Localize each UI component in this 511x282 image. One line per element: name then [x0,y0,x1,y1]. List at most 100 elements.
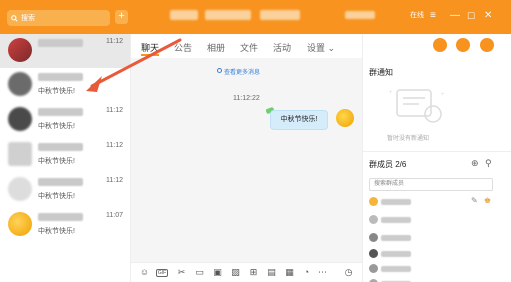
member-name-redacted [381,251,411,257]
avatar [8,72,32,96]
member-avatar [369,249,378,258]
title-bar: 搜索 + 在线 ≡ — ☐ ✕ [0,0,511,34]
contact-name-redacted [38,213,83,221]
folder-icon[interactable]: ▭ [194,267,205,278]
conversation-message: 中秋节快乐! [38,158,75,165]
status-label[interactable]: 在线 [410,9,424,23]
phone-icon[interactable] [433,38,447,52]
scissors-icon[interactable]: ✂ [176,267,187,278]
avatar [8,107,32,131]
empty-notice-icon: + + [389,89,445,123]
member-avatar [369,233,378,242]
conversation-item[interactable]: 中秋节快乐! [0,68,130,102]
title-redacted-text [205,10,251,20]
member-search-input[interactable]: 搜索群成员 [369,178,493,191]
avatar [8,38,32,62]
gift-icon[interactable]: ⊞ [248,267,259,278]
invite-icon[interactable]: ⊕ [471,158,479,169]
input-toolbar: ☺ GIF ✂ ▭ ▣ ▨ ⊞ ▤ ▦ ◔ ⋯ ◷ [131,262,363,282]
conversation-time: 11:12 [106,177,123,184]
add-icon[interactable] [456,38,470,52]
clock-icon[interactable]: ◷ [343,267,354,278]
qq-window: 搜索 + 在线 ≡ — ☐ ✕ 11:12 中秋节快乐! 中秋节快乐! 11:1… [0,0,511,282]
tab-files[interactable]: 文件 [240,41,258,54]
message-timestamp: 11:12:22 [233,95,260,102]
conversation-item[interactable]: 中秋节快乐! 11:12 [0,103,130,137]
member-item[interactable] [369,215,429,225]
more-icon[interactable]: ⋯ [317,267,328,278]
search-box[interactable]: 搜索 [7,10,110,26]
conversation-message: 中秋节快乐! [38,193,75,200]
close-button[interactable]: ✕ [484,9,492,23]
contact-name-redacted [38,178,83,186]
picture-icon[interactable]: ▨ [230,267,241,278]
member-item[interactable] [369,233,429,243]
member-item[interactable] [369,264,429,274]
contact-name-redacted [38,143,83,151]
search-placeholder: 搜索 [21,15,35,22]
history-icon [217,68,222,73]
avatar [8,142,32,166]
search-member-icon[interactable]: ⚲ [485,158,492,169]
title-redacted-text [170,10,198,20]
member-avatar [369,197,378,206]
title-redacted-text [345,11,375,19]
conversation-list: 11:12 中秋节快乐! 中秋节快乐! 11:12 中秋节快乐! 11:12 中… [0,34,130,282]
tab-activity[interactable]: 活动 [273,41,291,54]
owner-icon: ♚ [484,196,492,205]
member-name-redacted [381,235,411,241]
tab-chat[interactable]: 聊天 [141,41,159,54]
member-name-redacted [381,217,411,223]
conversation-time: 11:12 [106,38,123,45]
divider [363,151,511,152]
conversation-item[interactable]: 中秋节快乐! 11:07 [0,208,130,242]
message-area: 查看更多消息 11:12:22 中秋节快乐! [131,58,363,262]
title-redacted-text [260,10,300,20]
member-item[interactable] [369,197,429,207]
message-bubble[interactable]: 中秋节快乐! [270,110,328,130]
conversation-item[interactable]: 中秋节快乐! 11:12 [0,173,130,207]
group-info-panel: 群通知 + + 暂时没有新通知 群成员 2/6 ⊕ ⚲ 搜索群成员 ✎ ♚ [362,34,511,282]
notice-title: 群通知 [369,68,393,77]
edit-icon[interactable]: ✎ [471,196,478,205]
add-button[interactable]: + [115,10,128,24]
image-icon[interactable]: ▣ [212,267,223,278]
contact-name-redacted [38,108,83,116]
contact-name-redacted [38,73,83,81]
avatar [8,177,32,201]
conversation-message: 中秋节快乐! [38,228,75,235]
more-options-icon[interactable] [480,38,494,52]
gif-icon[interactable]: GIF [156,269,168,277]
member-name-redacted [381,266,411,272]
video-icon[interactable]: ▤ [266,267,277,278]
chat-panel: 聊天 公告 相册 文件 活动 设置 ⌄ 查看更多消息 11:12:22 中秋节快… [130,34,363,282]
member-item[interactable] [369,249,429,259]
search-icon [11,14,18,22]
tab-album[interactable]: 相册 [207,41,225,54]
maximize-button[interactable]: ☐ [467,9,475,23]
members-title: 群成员 2/6 [369,160,407,169]
member-name-redacted [381,199,411,205]
member-avatar [369,215,378,224]
calendar-icon[interactable]: ▦ [284,267,295,278]
conversation-message: 中秋节快乐! [38,88,75,95]
avatar [8,212,32,236]
svg-text:+: + [389,90,393,96]
tab-bar: 聊天 公告 相册 文件 活动 设置 ⌄ [131,34,363,58]
conversation-message: 中秋节快乐! [38,123,75,130]
smile-icon[interactable]: ☺ [139,267,150,278]
conversation-item[interactable]: 中秋节快乐! 11:12 [0,138,130,172]
bell-icon[interactable]: ◔ [301,267,312,278]
active-tab-indicator [141,54,159,56]
my-avatar[interactable] [336,109,354,127]
minimize-button[interactable]: — [450,9,460,23]
tab-settings[interactable]: 设置 ⌄ [307,41,335,54]
conversation-time: 11:12 [106,107,123,114]
view-more-link[interactable]: 查看更多消息 [224,67,260,76]
menu-button[interactable]: ≡ [430,9,436,23]
tab-announcement[interactable]: 公告 [174,41,192,54]
conversation-item[interactable]: 11:12 [0,34,130,68]
member-avatar [369,264,378,273]
svg-text:+: + [441,92,445,98]
conversation-time: 11:07 [106,212,123,219]
